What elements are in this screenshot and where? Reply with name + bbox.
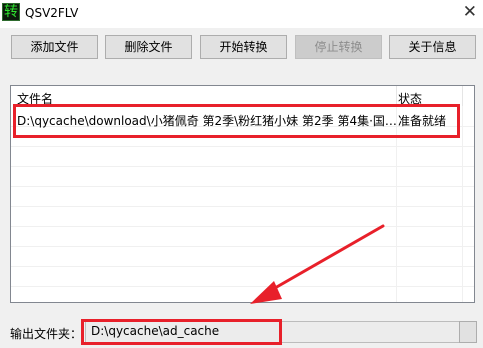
annotation-arrow-icon (250, 224, 385, 304)
